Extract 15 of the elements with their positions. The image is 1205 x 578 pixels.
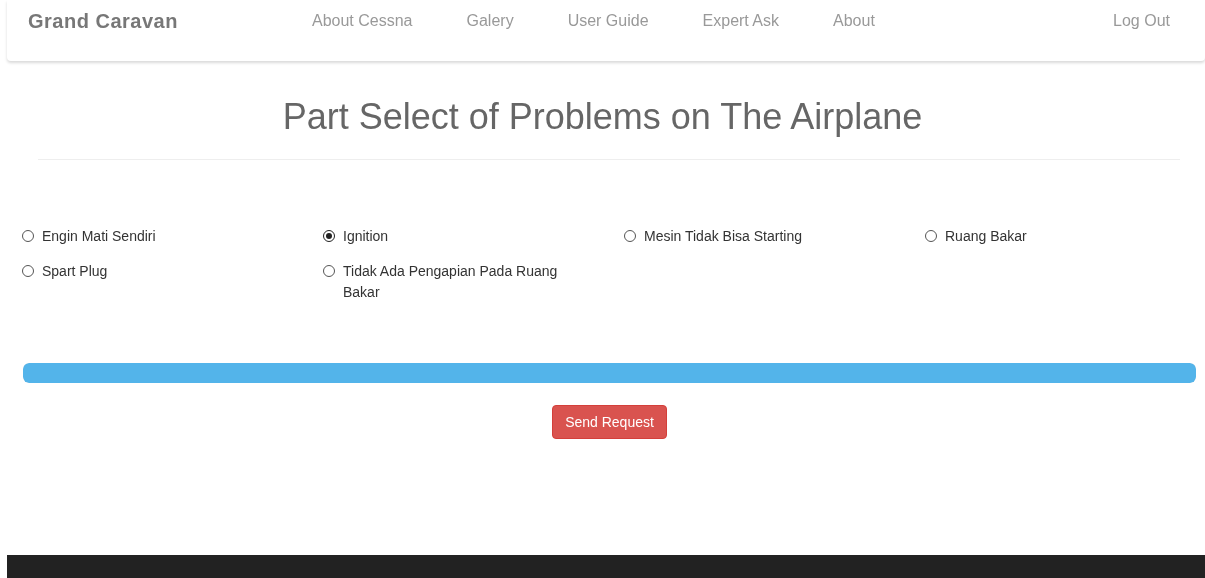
page-title: Part Select of Problems on The Airplane (281, 96, 924, 138)
nav-link[interactable]: Galery (466, 10, 514, 32)
nav-link[interactable]: Expert Ask (702, 10, 780, 32)
nav-link[interactable]: User Guide (567, 10, 649, 32)
send-request-button[interactable]: Send Request (552, 405, 667, 439)
option-label: Ignition (343, 227, 389, 246)
brand-logo[interactable]: Grand Caravan (28, 10, 312, 33)
option-label: Ruang Bakar (945, 227, 1027, 246)
nav-link[interactable]: About Cessna (312, 10, 413, 32)
option-label: Engin Mati Sendiri (42, 227, 156, 246)
option-label: Tidak Ada Pengapian Pada Ruang Bakar (343, 262, 559, 302)
option-label: Spart Plug (42, 262, 108, 281)
nav-link[interactable]: About (833, 10, 875, 32)
option-label: Mesin Tidak Bisa Starting (644, 227, 802, 246)
logout-link[interactable]: Log Out (1113, 10, 1170, 32)
